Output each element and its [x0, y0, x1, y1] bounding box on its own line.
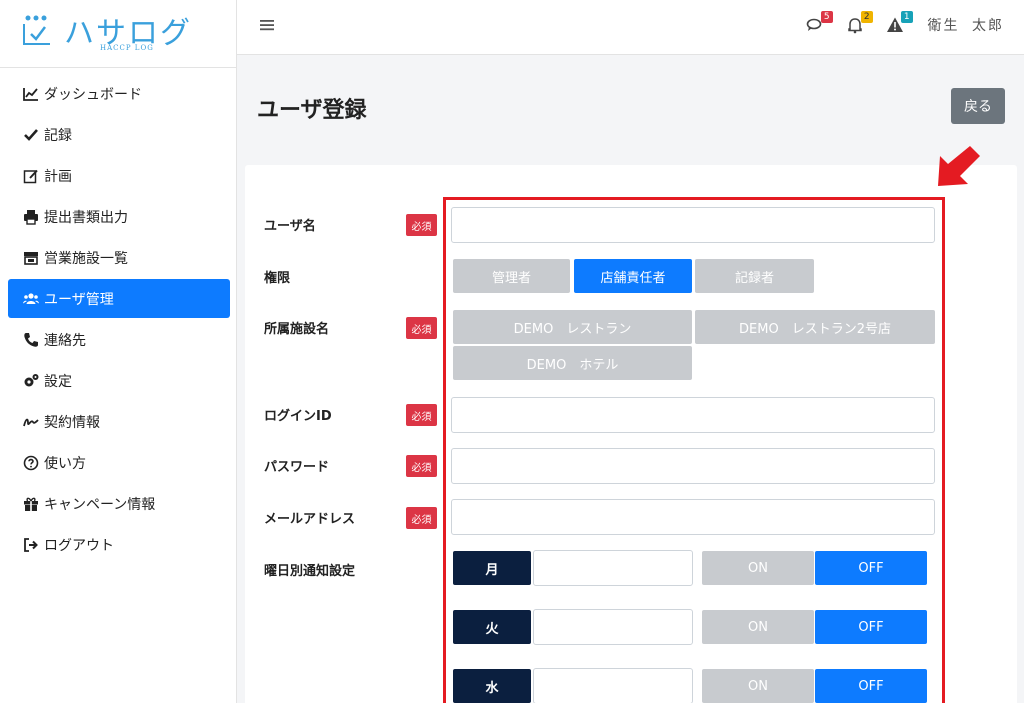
- sign-out-icon: [22, 536, 40, 554]
- store-icon: [22, 249, 40, 267]
- sidebar-item-output[interactable]: 提出書類出力: [8, 197, 230, 236]
- sidebar-item-label: 使い方: [44, 455, 86, 472]
- monday-on-button[interactable]: ON: [702, 551, 814, 585]
- facility-option-hotel[interactable]: DEMO ホテル: [453, 346, 692, 380]
- sidebar-item-campaign[interactable]: キャンペーン情報: [8, 484, 230, 523]
- role-recorder-button[interactable]: 記録者: [695, 259, 814, 293]
- email-label: メールアドレス: [264, 512, 356, 527]
- sidebar: ハサログ HACCP LOG ダッシュボード 記録 計画 提出書類出力 営業施設…: [0, 0, 237, 703]
- gears-icon: [22, 372, 40, 390]
- day-wednesday-label: 水: [453, 669, 531, 703]
- sidebar-item-facilities[interactable]: 営業施設一覧: [8, 238, 230, 277]
- monday-off-button[interactable]: OFF: [815, 551, 927, 585]
- sidebar-item-label: ユーザ管理: [44, 291, 114, 308]
- password-input[interactable]: [451, 448, 935, 484]
- facility-option-restaurant-2[interactable]: DEMO レストラン2号店: [695, 310, 935, 344]
- edit-icon: [22, 167, 40, 185]
- sidebar-item-label: 契約情報: [44, 414, 100, 431]
- username-required-badge: 必須: [406, 214, 437, 236]
- facility-required-badge: 必須: [406, 317, 437, 339]
- alerts-button[interactable]: 1: [884, 11, 913, 36]
- email-required-badge: 必須: [406, 507, 437, 529]
- logo[interactable]: ハサログ HACCP LOG: [0, 0, 236, 68]
- gift-icon: [22, 495, 40, 513]
- sidebar-item-settings[interactable]: 設定: [8, 361, 230, 400]
- sidebar-item-label: 設定: [44, 373, 72, 390]
- printer-icon: [22, 208, 40, 226]
- day-tuesday-label: 火: [453, 610, 531, 644]
- signature-icon: [22, 413, 40, 431]
- login-id-label: ログインID: [264, 409, 332, 424]
- role-store-manager-button[interactable]: 店舗責任者: [574, 259, 692, 293]
- chart-line-icon: [22, 85, 40, 103]
- page-title: ユーザ登録: [257, 98, 367, 123]
- role-label: 権限: [264, 271, 291, 286]
- sidebar-item-label: 提出書類出力: [44, 209, 128, 226]
- notifications-button[interactable]: 2: [844, 11, 873, 36]
- topbar: 5 2 1 衛生 太郎: [237, 0, 1024, 55]
- sidebar-item-label: ダッシュボード: [44, 86, 142, 103]
- messages-button[interactable]: 5: [804, 11, 833, 36]
- sidebar-item-label: 計画: [44, 168, 72, 185]
- day-monday-label: 月: [453, 551, 531, 585]
- role-admin-button[interactable]: 管理者: [453, 259, 570, 293]
- username-label: ユーザ名: [264, 219, 316, 234]
- tuesday-off-button[interactable]: OFF: [815, 610, 927, 644]
- sidebar-item-label: 記録: [44, 127, 72, 144]
- facility-option-restaurant[interactable]: DEMO レストラン: [453, 310, 692, 344]
- tuesday-time-input[interactable]: [533, 609, 693, 645]
- sidebar-item-contacts[interactable]: 連絡先: [8, 320, 230, 359]
- login-id-input[interactable]: [451, 397, 935, 433]
- question-circle-icon: [22, 454, 40, 472]
- topbar-actions: 5 2 1 衛生 太郎: [786, 11, 1004, 36]
- phone-icon: [22, 331, 40, 349]
- sidebar-item-users[interactable]: ユーザ管理: [8, 279, 230, 318]
- users-icon: [22, 290, 40, 308]
- notify-settings-label: 曜日別通知設定: [264, 564, 356, 579]
- sidebar-item-label: キャンペーン情報: [44, 496, 156, 513]
- facility-label: 所属施設名: [264, 322, 330, 337]
- sidebar-item-records[interactable]: 記録: [8, 115, 230, 154]
- notifications-count-badge: 2: [860, 11, 873, 23]
- messages-count-badge: 5: [820, 11, 833, 23]
- wednesday-time-input[interactable]: [533, 668, 693, 703]
- password-required-badge: 必須: [406, 455, 437, 477]
- password-label: パスワード: [264, 460, 330, 475]
- logo-icon: [23, 15, 50, 45]
- email-input[interactable]: [451, 499, 935, 535]
- sidebar-nav: ダッシュボード 記録 計画 提出書類出力 営業施設一覧 ユーザ管理 連絡先 設定…: [8, 74, 230, 566]
- sidebar-item-label: 連絡先: [44, 332, 86, 349]
- back-button[interactable]: 戻る: [951, 88, 1005, 124]
- monday-time-input[interactable]: [533, 550, 693, 586]
- wednesday-off-button[interactable]: OFF: [815, 669, 927, 703]
- sidebar-item-howto[interactable]: 使い方: [8, 443, 230, 482]
- sidebar-item-label: ログアウト: [44, 537, 114, 554]
- check-icon: [22, 126, 40, 144]
- sidebar-item-plan[interactable]: 計画: [8, 156, 230, 195]
- wednesday-on-button[interactable]: ON: [702, 669, 814, 703]
- sidebar-item-label: 営業施設一覧: [44, 250, 128, 267]
- username-input[interactable]: [451, 207, 935, 243]
- alerts-count-badge: 1: [900, 11, 913, 23]
- annotation-arrow-icon: [938, 146, 980, 186]
- sidebar-item-contract[interactable]: 契約情報: [8, 402, 230, 441]
- logo-subtitle: HACCP LOG: [100, 44, 154, 52]
- sidebar-item-logout[interactable]: ログアウト: [8, 525, 230, 564]
- sidebar-item-dashboard[interactable]: ダッシュボード: [8, 74, 230, 113]
- login-id-required-badge: 必須: [406, 404, 437, 426]
- user-name[interactable]: 衛生 太郎: [928, 15, 1004, 35]
- tuesday-on-button[interactable]: ON: [702, 610, 814, 644]
- hamburger-menu-icon[interactable]: [259, 17, 275, 37]
